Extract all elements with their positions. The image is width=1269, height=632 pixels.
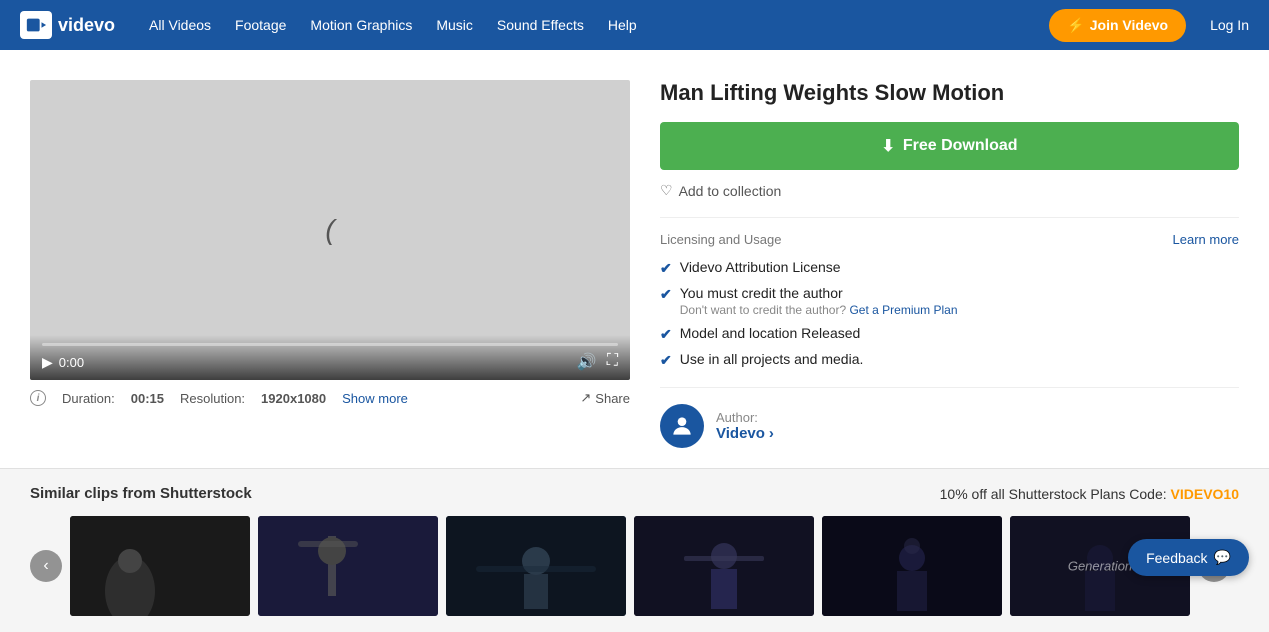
check-icon-3: ✔ [660, 326, 672, 343]
video-controls: ▶ 0:00 🔊 ⛶ [30, 335, 630, 380]
resolution-value: 1920x1080 [261, 391, 326, 406]
clip-4-svg [634, 516, 814, 616]
license-text-4: Use in all projects and media. [680, 351, 864, 367]
clip-1-svg [70, 516, 250, 616]
share-label: Share [595, 391, 630, 406]
clip-thumb-4[interactable] [634, 516, 814, 616]
resolution-label: Resolution: [180, 391, 245, 406]
shutterstock-title: Similar clips from Shutterstock [30, 485, 252, 502]
nav-music[interactable]: Music [436, 17, 473, 33]
author-name-link[interactable]: Videvo › [716, 425, 774, 442]
duration-value: 00:15 [131, 391, 164, 406]
clip-thumb-1[interactable] [70, 516, 250, 616]
nav-help[interactable]: Help [608, 17, 637, 33]
license-item-credit: ✔ You must credit the author Don't want … [660, 285, 1239, 317]
volume-button[interactable]: 🔊 [577, 352, 597, 372]
shutterstock-header: Similar clips from Shutterstock 10% off … [30, 485, 1239, 502]
lightning-icon: ⚡ [1067, 17, 1084, 34]
licensing-section: Licensing and Usage Learn more ✔ Videvo … [660, 217, 1239, 369]
download-button[interactable]: ⬇ Free Download [660, 122, 1239, 170]
clip-2-svg [258, 516, 438, 616]
clips-row: ‹ [30, 516, 1239, 616]
license-item-projects: ✔ Use in all projects and media. [660, 351, 1239, 369]
author-avatar [660, 404, 704, 448]
credit-subtext: Don't want to credit the author? Get a P… [680, 303, 958, 317]
check-icon-1: ✔ [660, 260, 672, 277]
clip-overlay-text: Generation [1068, 559, 1132, 574]
show-more-link[interactable]: Show more [342, 391, 408, 406]
author-section: Author: Videvo › [660, 387, 1239, 448]
heart-icon: ♡ [660, 182, 673, 199]
logo-svg [25, 14, 47, 36]
feedback-label: Feedback [1146, 550, 1207, 566]
clip-5-svg [822, 516, 1002, 616]
license-text-3: Model and location Released [680, 325, 861, 341]
licensing-header: Licensing and Usage Learn more [660, 232, 1239, 247]
navbar: videvo All Videos Footage Motion Graphic… [0, 0, 1269, 50]
shutterstock-promo: 10% off all Shutterstock Plans Code: VID… [940, 486, 1239, 502]
main-content: ( ▶ 0:00 🔊 ⛶ i Dur [0, 50, 1269, 468]
feedback-icon: 💬 [1214, 549, 1231, 566]
author-arrow: › [769, 425, 774, 442]
logo[interactable]: videvo [20, 11, 115, 39]
video-time: 0:00 [59, 355, 84, 370]
nav-footage[interactable]: Footage [235, 17, 286, 33]
video-bottom-row: ▶ 0:00 🔊 ⛶ [42, 352, 618, 372]
check-icon-4: ✔ [660, 352, 672, 369]
author-avatar-icon [669, 413, 695, 439]
logo-icon [20, 11, 52, 39]
clip-thumb-2[interactable] [258, 516, 438, 616]
video-cursor: ( [325, 214, 334, 246]
clip-thumb-3[interactable] [446, 516, 626, 616]
info-icon[interactable]: i [30, 390, 46, 406]
join-button[interactable]: ⚡ Join Videvo [1049, 9, 1186, 42]
carousel-prev-button[interactable]: ‹ [30, 550, 62, 582]
share-button[interactable]: ↗ Share [580, 390, 630, 406]
nav-all-videos[interactable]: All Videos [149, 17, 211, 33]
duration-label: Duration: [62, 391, 115, 406]
check-icon-2: ✔ [660, 286, 672, 303]
play-icon: ▶ [42, 354, 53, 371]
logo-text: videvo [58, 15, 115, 36]
login-button[interactable]: Log In [1210, 17, 1249, 33]
license-item-model: ✔ Model and location Released [660, 325, 1239, 343]
nav-motion-graphics[interactable]: Motion Graphics [310, 17, 412, 33]
author-label: Author: [716, 410, 774, 425]
clip-thumb-5[interactable] [822, 516, 1002, 616]
download-label: Free Download [903, 137, 1018, 155]
fullscreen-button[interactable]: ⛶ [607, 352, 618, 372]
premium-plan-link[interactable]: Get a Premium Plan [849, 303, 957, 317]
join-label: Join Videvo [1090, 17, 1168, 33]
licensing-title: Licensing and Usage [660, 232, 781, 247]
author-info: Author: Videvo › [716, 410, 774, 442]
video-right-controls: 🔊 ⛶ [577, 352, 618, 372]
license-item-attribution: ✔ Videvo Attribution License [660, 259, 1239, 277]
play-button[interactable]: ▶ 0:00 [42, 354, 84, 371]
video-section: ( ▶ 0:00 🔊 ⛶ i Dur [30, 80, 630, 448]
video-progress-bar[interactable] [42, 343, 618, 346]
video-title: Man Lifting Weights Slow Motion [660, 80, 1239, 106]
video-meta: i Duration: 00:15 Resolution: 1920x1080 … [30, 390, 630, 406]
license-text-1: Videvo Attribution License [680, 259, 841, 275]
promo-code: VIDEVO10 [1171, 486, 1239, 502]
add-collection-label: Add to collection [679, 183, 782, 199]
download-icon: ⬇ [881, 136, 894, 156]
share-icon: ↗ [580, 390, 591, 406]
learn-more-link[interactable]: Learn more [1173, 232, 1239, 247]
clip-3-svg [446, 516, 626, 616]
right-panel: Man Lifting Weights Slow Motion ⬇ Free D… [660, 80, 1239, 448]
license-text-2: You must credit the author Don't want to… [680, 285, 958, 317]
video-player[interactable]: ( ▶ 0:00 🔊 ⛶ [30, 80, 630, 380]
shutterstock-section: Similar clips from Shutterstock 10% off … [0, 468, 1269, 632]
feedback-button[interactable]: Feedback 💬 [1128, 539, 1249, 576]
nav-sound-effects[interactable]: Sound Effects [497, 17, 584, 33]
add-collection-button[interactable]: ♡ Add to collection [660, 182, 781, 199]
